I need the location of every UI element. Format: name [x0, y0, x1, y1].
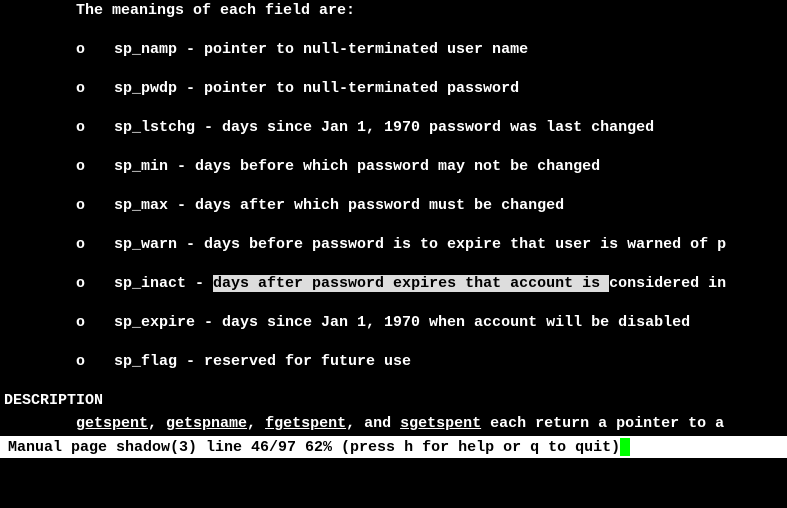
field-item-sp_lstchg: o sp_lstchg - days since Jan 1, 1970 pas…: [0, 117, 787, 138]
description-rest: each return a pointer to a: [481, 415, 724, 432]
bullet-marker: o: [76, 312, 114, 333]
function-getspname: getspname: [166, 415, 247, 432]
field-text: sp_expire - days since Jan 1, 1970 when …: [114, 312, 690, 333]
bullet-marker: o: [76, 195, 114, 216]
bullet-marker: o: [76, 156, 114, 177]
field-prefix: sp_min - days before which password may …: [114, 158, 600, 175]
separator: , and: [346, 415, 400, 432]
field-item-sp_flag: o sp_flag - reserved for future use: [0, 351, 787, 372]
status-text: Manual page shadow(3) line 46/97 62% (pr…: [8, 437, 620, 458]
field-text: sp_min - days before which password may …: [114, 156, 600, 177]
field-prefix: sp_flag - reserved for future use: [114, 353, 411, 370]
separator: ,: [247, 415, 265, 432]
bullet-marker: o: [76, 117, 114, 138]
field-item-sp_expire: o sp_expire - days since Jan 1, 1970 whe…: [0, 312, 787, 333]
bullet-marker: o: [76, 78, 114, 99]
field-item-sp_pwdp: o sp_pwdp - pointer to null-terminated p…: [0, 78, 787, 99]
field-text: sp_namp - pointer to null-terminated use…: [114, 39, 528, 60]
text-selection: days after password expires that account…: [213, 275, 609, 292]
function-fgetspent: fgetspent: [265, 415, 346, 432]
field-item-sp_min: o sp_min - days before which password ma…: [0, 156, 787, 177]
field-text: sp_lstchg - days since Jan 1, 1970 passw…: [114, 117, 654, 138]
field-prefix: sp_namp - pointer to null-terminated use…: [114, 41, 528, 58]
field-prefix: sp_inact -: [114, 275, 213, 292]
field-item-sp_max: o sp_max - days after which password mus…: [0, 195, 787, 216]
field-prefix: sp_max - days after which password must …: [114, 197, 564, 214]
bullet-marker: o: [76, 39, 114, 60]
bullet-marker: o: [76, 273, 114, 294]
field-text: sp_pwdp - pointer to null-terminated pas…: [114, 78, 519, 99]
field-item-sp_namp: o sp_namp - pointer to null-terminated u…: [0, 39, 787, 60]
description-text: getspent, getspname, fgetspent, and sget…: [0, 413, 787, 434]
field-prefix: sp_expire - days since Jan 1, 1970 when …: [114, 314, 690, 331]
field-item-sp_warn: o sp_warn - days before password is to e…: [0, 234, 787, 255]
bottom-padding: [0, 458, 787, 488]
field-prefix: sp_lstchg - days since Jan 1, 1970 passw…: [114, 119, 654, 136]
bullet-marker: o: [76, 234, 114, 255]
field-text: sp_flag - reserved for future use: [114, 351, 411, 372]
field-text: sp_inact - days after password expires t…: [114, 273, 726, 294]
manpage-content: The meanings of each field are: o sp_nam…: [0, 0, 787, 488]
cursor-icon: [620, 438, 630, 456]
separator: ,: [148, 415, 166, 432]
field-item-sp_inact: o sp_inact - days after password expires…: [0, 273, 787, 294]
function-sgetspent: sgetspent: [400, 415, 481, 432]
bullet-marker: o: [76, 351, 114, 372]
field-text: sp_warn - days before password is to exp…: [114, 234, 726, 255]
function-getspent: getspent: [76, 415, 148, 432]
field-suffix: considered in: [609, 275, 726, 292]
intro-text: The meanings of each field are:: [0, 0, 787, 21]
section-header-description: DESCRIPTION: [0, 390, 787, 411]
pager-status-bar[interactable]: Manual page shadow(3) line 46/97 62% (pr…: [0, 436, 787, 458]
field-text: sp_max - days after which password must …: [114, 195, 564, 216]
field-prefix: sp_pwdp - pointer to null-terminated pas…: [114, 80, 519, 97]
field-prefix: sp_warn - days before password is to exp…: [114, 236, 726, 253]
